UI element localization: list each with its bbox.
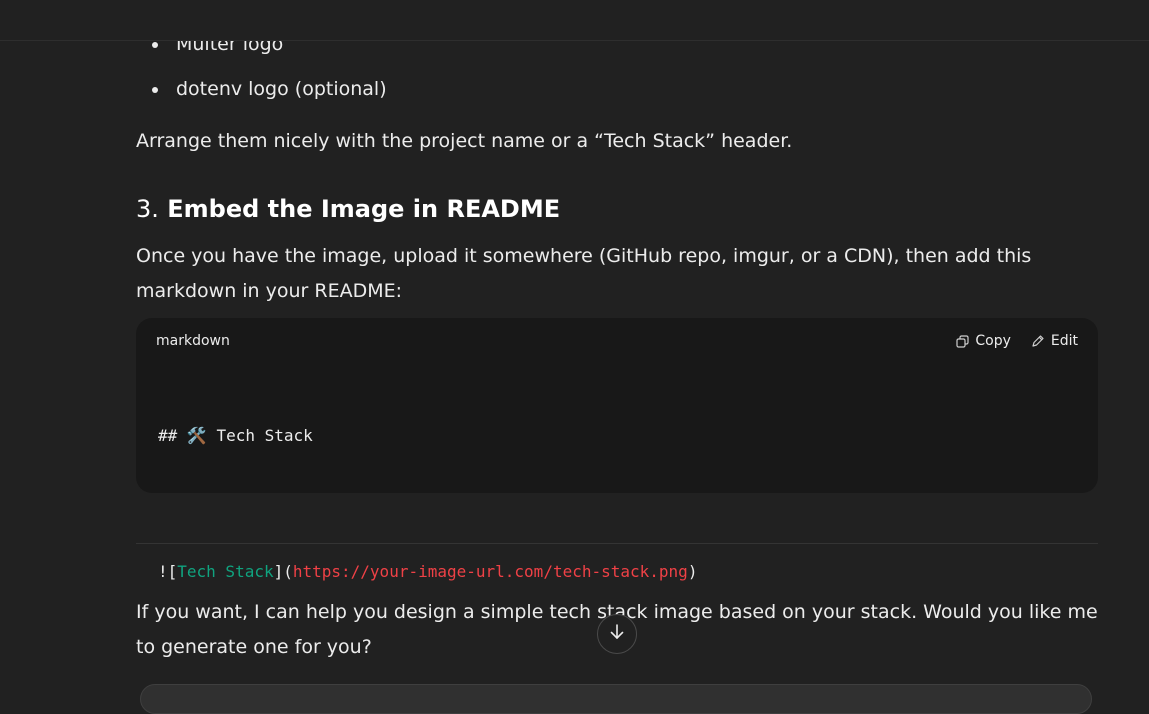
list-item: dotenv logo (optional) (136, 67, 387, 112)
copy-icon (956, 334, 969, 348)
code-alt-text: Tech Stack (177, 562, 274, 581)
code-token: ![ (158, 562, 178, 581)
code-block: markdown Copy Edit ## 🛠️ Tech Stack ![Te… (136, 318, 1098, 581)
heading-text: Embed the Image in README (167, 195, 561, 223)
code-url: https://your-image-url.com/tech-stack.pn… (292, 562, 688, 581)
edit-label: Edit (1050, 333, 1078, 349)
code-content: ## 🛠️ Tech Stack ![Tech Stack](https://y… (158, 386, 697, 628)
code-language-label: markdown (156, 333, 230, 349)
code-token: ]( (273, 562, 293, 581)
divider (136, 543, 1098, 544)
code-line: ## 🛠️ Tech Stack (158, 426, 313, 445)
code-line: ![Tech Stack](https://your-image-url.com… (158, 560, 697, 590)
copy-button[interactable]: Copy (956, 331, 1011, 351)
heading-number: 3. (136, 195, 159, 223)
edit-icon (1031, 334, 1045, 348)
code-actions: Copy Edit (956, 331, 1078, 351)
embed-paragraph: Once you have the image, upload it somew… (136, 245, 1032, 302)
top-bar (0, 0, 1149, 41)
code-token: ) (687, 562, 698, 581)
copy-label: Copy (975, 333, 1011, 349)
arrange-paragraph: Arrange them nicely with the project nam… (136, 130, 793, 152)
arrow-down-icon (608, 623, 626, 645)
section-heading: 3. Embed the Image in README (136, 192, 560, 226)
edit-button[interactable]: Edit (1031, 331, 1078, 351)
scroll-to-bottom-button[interactable] (597, 614, 637, 654)
message-composer[interactable] (140, 684, 1092, 714)
